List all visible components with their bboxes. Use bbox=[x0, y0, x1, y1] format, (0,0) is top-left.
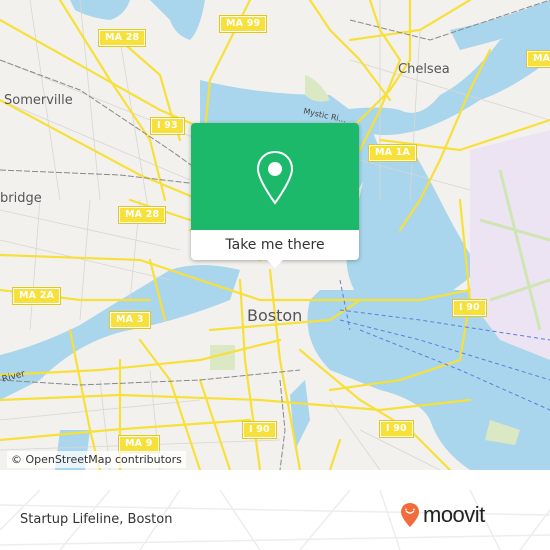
water-north bbox=[70, 0, 130, 20]
water-north2 bbox=[150, 0, 205, 40]
moovit-pin-icon bbox=[401, 503, 419, 527]
route-shield-ma-1a-east: MA 1A bbox=[525, 50, 550, 68]
route-shield-i-93: I 93 bbox=[150, 117, 185, 135]
route-shield-ma-28-south: MA 28 bbox=[117, 206, 167, 224]
popup-header bbox=[191, 123, 359, 230]
footer: Startup Lifeline, Boston moovit bbox=[0, 490, 550, 550]
popup-pointer bbox=[267, 260, 283, 268]
place-label-boston: Boston bbox=[247, 306, 303, 325]
moovit-logo[interactable]: moovit bbox=[400, 502, 485, 528]
route-shield-i-90-center: I 90 bbox=[242, 421, 277, 439]
road bbox=[308, 0, 392, 102]
route-shield-i-90-airport: I 90 bbox=[452, 299, 487, 317]
road bbox=[328, 438, 342, 470]
inner-harbor-north bbox=[346, 145, 480, 300]
destination-popup: Take me there bbox=[191, 123, 359, 268]
route-shield-ma-99: MA 99 bbox=[218, 15, 268, 33]
moovit-wordmark: moovit bbox=[423, 502, 485, 527]
route-shield-i-90-seaport: I 90 bbox=[379, 420, 414, 438]
place-label-cambridge: bridge bbox=[0, 191, 42, 206]
place-label-chelsea: Chelsea bbox=[398, 62, 450, 77]
route-shield-ma-1a: MA 1A bbox=[367, 144, 418, 162]
fort-point-channel bbox=[290, 380, 310, 450]
road bbox=[198, 378, 232, 470]
location-pin-icon bbox=[256, 150, 294, 205]
road bbox=[0, 393, 472, 412]
place-name: Startup Lifeline, Boston bbox=[20, 512, 173, 527]
park-mystic bbox=[305, 75, 330, 102]
route-shield-ma-9: MA 9 bbox=[118, 435, 160, 453]
route-shield-ma-3: MA 3 bbox=[109, 311, 151, 329]
take-me-there-button[interactable]: Take me there bbox=[191, 230, 359, 260]
place-label-somerville: Somerville bbox=[4, 93, 73, 108]
route-shield-ma-2a: MA 2A bbox=[11, 287, 62, 305]
route-shield-ma-28: MA 28 bbox=[97, 29, 147, 47]
rail bbox=[279, 379, 286, 470]
map-attribution[interactable]: © OpenStreetMap contributors bbox=[7, 451, 186, 468]
